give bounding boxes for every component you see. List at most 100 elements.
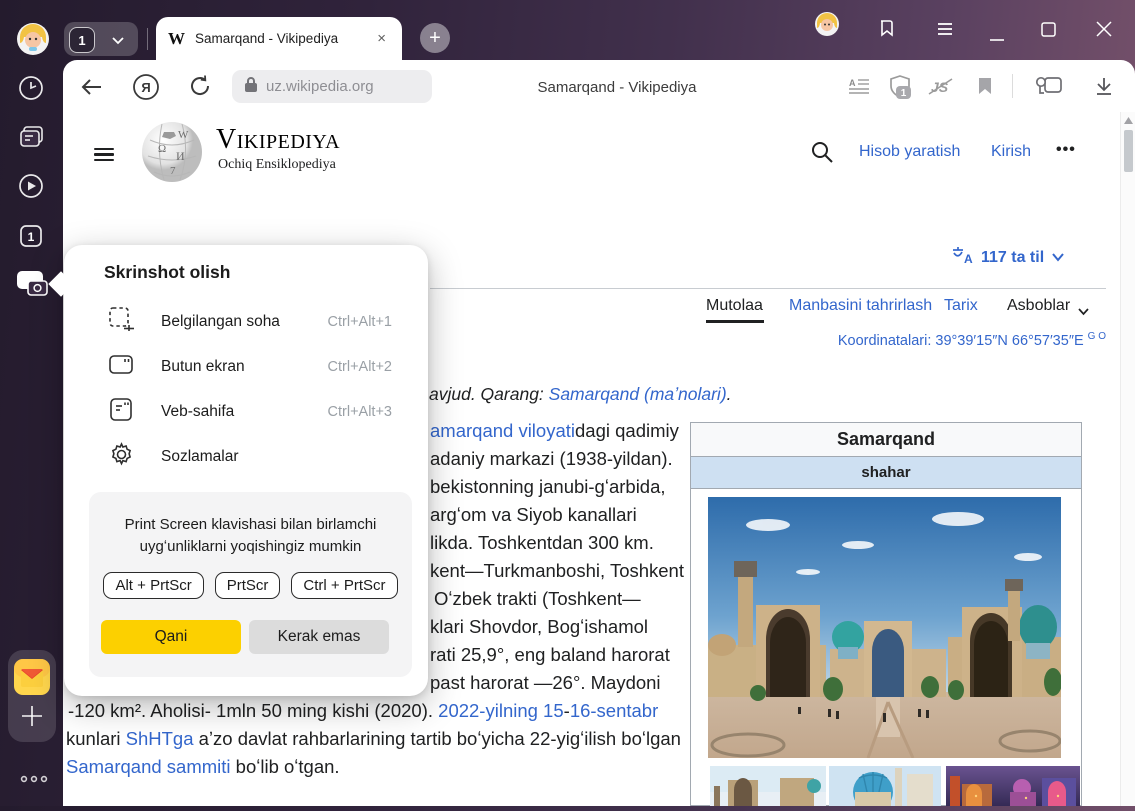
article-text-line: bekistonning janubi-gʻarbida, (430, 473, 666, 501)
javascript-disabled-icon[interactable]: JS (928, 77, 954, 102)
sync-avatar[interactable] (815, 12, 839, 36)
window-close-button[interactable] (1096, 21, 1112, 42)
coordinates-value[interactable]: 39°39′15″N 66°57′35″E (935, 333, 1083, 349)
browser-tab-active[interactable]: W Samarqand - Vikipediya × (156, 17, 402, 60)
key-ctrl-prtscr: Ctrl + PrtScr (291, 572, 397, 599)
svg-text:1: 1 (28, 230, 35, 244)
video-icon[interactable] (17, 172, 45, 205)
coordinates-sup-links[interactable]: G O (1088, 331, 1106, 342)
confirm-button[interactable]: Qani (101, 620, 241, 654)
downloads-icon[interactable] (1094, 76, 1114, 101)
reload-icon[interactable] (188, 74, 212, 103)
wiki-menu-icon[interactable] (94, 144, 114, 165)
article-link[interactable]: Samarqand (maʼnolari) (549, 384, 727, 404)
bookmark-icon[interactable] (978, 77, 992, 100)
new-tab-button[interactable]: + (420, 23, 450, 53)
wikipedia-favicon: W (168, 29, 185, 49)
wiki-wordmark[interactable]: Vikipediya (216, 124, 340, 156)
article-link[interactable]: amarqand viloyati (430, 420, 575, 441)
tab-title: Samarqand - Vikipediya (195, 31, 338, 46)
registan-photo[interactable] (708, 497, 1061, 763)
tabs-counter-icon[interactable]: 1 (17, 222, 45, 255)
coordinates-label: Koordinatalari: (838, 333, 932, 349)
feed-icon[interactable] (17, 123, 45, 156)
article-text: argʻom va Siyob kanallari (430, 504, 637, 525)
browser-menu-icon[interactable] (936, 21, 954, 42)
article-text-line: kunlari ShHTga aʼzo davlat rahbarlarinin… (66, 725, 681, 753)
profile-avatar[interactable] (17, 23, 49, 55)
gear-icon (108, 441, 135, 473)
article-text-line: Oʻzbek trakti (Toshkent— (434, 585, 641, 613)
address-bar-page-title: Samarqand - Vikipediya (467, 79, 767, 96)
infobox-thumbnail-dome[interactable] (829, 766, 941, 811)
lock-icon (244, 76, 258, 98)
search-icon[interactable] (810, 140, 834, 169)
login-link[interactable]: Kirish (991, 143, 1031, 161)
article-text: rati 25,9°, eng baland harorat (430, 644, 670, 665)
yandex-mail-icon[interactable] (14, 659, 50, 700)
sidebar-apps-container (8, 650, 56, 742)
menu-item-label: Butun ekran (161, 358, 245, 376)
article-link[interactable]: 16-sentabr (570, 700, 658, 721)
svg-text:Я: Я (141, 80, 150, 95)
reader-mode-icon[interactable]: A (849, 77, 869, 100)
menu-item-shortcut: Ctrl+Alt+1 (328, 314, 392, 330)
menu-item-full-screen[interactable]: Butun ekran Ctrl+Alt+2 (108, 349, 392, 385)
window-minimize-button[interactable] (990, 29, 1004, 47)
tab-read[interactable]: Mutolaa (706, 297, 763, 315)
article-text-line: kent—Turkmanboshi, Toshkent (430, 557, 684, 585)
add-app-icon[interactable] (20, 704, 44, 733)
language-selector[interactable]: A 117 ta til (952, 245, 1065, 270)
article-text-line: rati 25,9°, eng baland harorat (430, 641, 670, 669)
infobox-title: Samarqand (691, 423, 1081, 457)
plus-icon: + (429, 27, 441, 50)
sidebar-more-icon[interactable] (20, 771, 48, 789)
article-link[interactable]: 2022-yilning 15 (438, 700, 563, 721)
window-maximize-button[interactable] (1041, 22, 1056, 42)
article-text: avjud. Qarang: (429, 384, 549, 404)
article-link[interactable]: ShHTga (126, 728, 194, 749)
chevron-down-icon (1077, 303, 1090, 321)
article-text: kunlari (66, 728, 126, 749)
menu-item-label: Sozlamalar (161, 448, 239, 466)
article-text: likda. Toshkentdan 300 km. (430, 532, 654, 553)
key-alt-prtscr: Alt + PrtScr (103, 572, 203, 599)
infobox-thumbnail-night[interactable] (946, 766, 1080, 811)
article-text-line: likda. Toshkentdan 300 km. (430, 529, 654, 557)
article-text: dagi qadimiy (575, 420, 679, 441)
wiki-more-icon[interactable]: ••• (1056, 141, 1076, 159)
side-panel-icon[interactable] (1034, 74, 1064, 103)
wikipedia-logo[interactable]: WΩИ7 (140, 120, 204, 189)
scrollbar-thumb[interactable] (1124, 130, 1133, 172)
article-text: bekistonning janubi-gʻarbida, (430, 476, 666, 497)
screenshot-tool-icon[interactable] (15, 268, 49, 305)
menu-item-settings[interactable]: Sozlamalar (108, 439, 392, 475)
tab-close-icon[interactable]: × (373, 30, 390, 47)
article-link[interactable]: Samarqand sammiti (66, 756, 231, 777)
tab-history[interactable]: Tarix (944, 297, 978, 315)
tab-group-control[interactable]: 1 (64, 22, 138, 56)
svg-text:W: W (178, 129, 189, 141)
tab-tools[interactable]: Asboblar (1007, 297, 1070, 315)
menu-item-web-page[interactable]: Veb-sahifa Ctrl+Alt+3 (108, 394, 392, 430)
article-text-line: argʻom va Siyob kanallari (430, 501, 637, 529)
protect-shield-icon[interactable]: 1 (886, 73, 914, 106)
chevron-down-icon[interactable] (110, 33, 126, 51)
svg-text:И: И (176, 149, 185, 163)
scrollbar[interactable] (1120, 112, 1135, 806)
bookmarks-panel-icon[interactable] (874, 16, 898, 45)
tab-edit-source[interactable]: Manbasini tahrirlash (789, 297, 932, 315)
back-icon[interactable] (80, 76, 104, 103)
create-account-link[interactable]: Hisob yaratish (859, 143, 960, 161)
article-text-line: adaniy markazi (1938-yildan). (430, 445, 673, 473)
yandex-search-icon[interactable]: Я (132, 73, 160, 106)
menu-item-selected-area[interactable]: Belgilangan soha Ctrl+Alt+1 (108, 304, 392, 340)
language-count: 117 ta til (981, 249, 1044, 267)
history-icon[interactable] (17, 74, 45, 107)
url-bar[interactable]: uz.wikipedia.org (232, 70, 432, 103)
menu-item-shortcut: Ctrl+Alt+2 (328, 359, 392, 375)
coordinates-line[interactable]: Koordinatalari: 39°39′15″N 66°57′35″E G … (700, 331, 1106, 349)
infobox-thumbnail-day[interactable] (710, 766, 826, 811)
dismiss-button[interactable]: Kerak emas (249, 620, 389, 654)
article-text: aʼzo davlat rahbarlarining tartib boʻyic… (194, 728, 681, 749)
